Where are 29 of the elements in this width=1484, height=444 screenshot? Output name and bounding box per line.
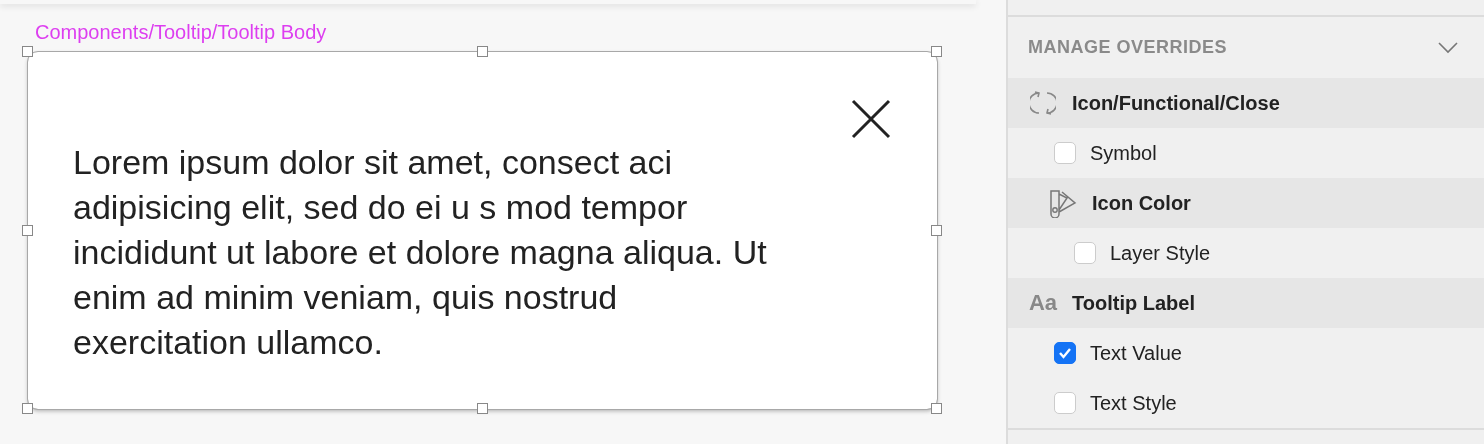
checkbox[interactable] <box>1054 142 1076 164</box>
close-icon[interactable] <box>851 99 891 139</box>
swatch-icon <box>1048 188 1078 218</box>
resize-handle[interactable] <box>22 403 33 414</box>
checkbox[interactable] <box>1074 242 1096 264</box>
resize-handle[interactable] <box>931 46 942 57</box>
tooltip-card[interactable]: Lorem ipsum dolor sit amet, consect aci adipisicing elit, sed do ei u s mod tempor incididunt ut labore et dolore magna aliqua. Ut enim ad minim veniam, quis nostrud exercitation ullamco. <box>28 52 937 409</box>
section-title: MANAGE OVERRIDES <box>1028 37 1228 58</box>
resize-handle[interactable] <box>22 224 33 236</box>
resize-handle[interactable] <box>931 403 942 414</box>
chevron-icon[interactable] <box>1438 41 1458 54</box>
override-option-label: Text Style <box>1090 391 1177 415</box>
override-option-label: Text Value <box>1090 341 1182 365</box>
override-option-label: Layer Style <box>1110 241 1211 265</box>
artboard-label: Components/Tooltip/Tooltip Body <box>35 20 328 44</box>
sync-icon <box>1030 90 1056 116</box>
text-type-icon: Aa <box>1028 290 1058 316</box>
tooltip-text: Lorem ipsum dolor sit amet, consect aci adipisicing elit, sed do ei u s mod tempor incididunt ut labore et dolore magna aliqua. Ut enim ad minim veniam, quis nostrud exercitation ullamco. <box>73 142 768 363</box>
checkbox[interactable] <box>1054 342 1076 364</box>
checkbox[interactable] <box>1054 392 1076 414</box>
resize-handle[interactable] <box>22 46 33 57</box>
resize-handle[interactable] <box>931 224 942 236</box>
resize-handle[interactable] <box>476 403 488 414</box>
resize-handle[interactable] <box>476 46 488 57</box>
override-group-label: Tooltip Label <box>1072 291 1195 315</box>
override-option-label: Symbol <box>1090 141 1157 165</box>
override-group-label: Icon/Functional/Close <box>1072 91 1280 115</box>
override-group-label: Icon Color <box>1092 191 1191 215</box>
checkmark-icon <box>1058 347 1072 359</box>
